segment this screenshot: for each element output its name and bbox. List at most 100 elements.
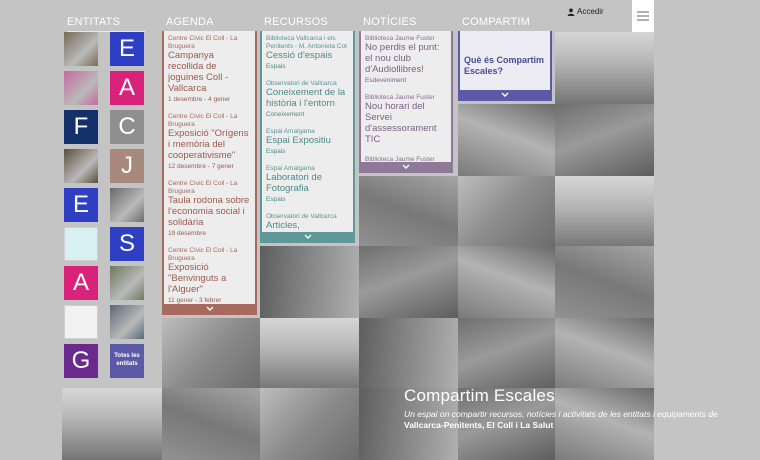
background-photo bbox=[62, 388, 162, 460]
nav-agenda[interactable]: AGENDA bbox=[166, 16, 255, 32]
item-source: Espai Amalgama bbox=[266, 165, 315, 173]
background-photo bbox=[458, 246, 555, 318]
chevron-down-icon bbox=[402, 164, 410, 169]
item-meta: 19 desembre bbox=[168, 229, 206, 237]
noticies-panel: Biblioteca Jaume Fuster No perdis el punt… bbox=[359, 31, 453, 173]
background-photo bbox=[555, 318, 654, 390]
item-meta: Espais bbox=[266, 148, 286, 156]
entity-tile[interactable]: E bbox=[110, 32, 144, 66]
noticies-list: Biblioteca Jaume Fuster No perdis el punt… bbox=[361, 31, 451, 171]
user-icon bbox=[567, 8, 575, 16]
entity-tile[interactable]: F bbox=[64, 110, 98, 144]
recursos-panel: Biblioteca Vallcarca i els Penitents - M… bbox=[260, 31, 355, 243]
background-photo bbox=[359, 318, 458, 390]
hero-subtitle-text: Un espai on compartir recursos, notícies… bbox=[404, 409, 718, 419]
agenda-list: Centre Cívic El Coll - La Bruguera Campan… bbox=[164, 31, 255, 315]
item-source: Centre Cívic El Coll - La Bruguera bbox=[168, 179, 238, 196]
background-photo bbox=[458, 104, 555, 176]
recursos-item[interactable]: Biblioteca Vallcarca i els Penitents - M… bbox=[266, 35, 349, 70]
item-meta: 11 gener - 3 febrer bbox=[168, 296, 222, 304]
background-photo bbox=[260, 318, 359, 390]
item-meta: 1 desembre - 4 gener bbox=[168, 95, 231, 103]
item-meta: Coneixement bbox=[266, 111, 305, 119]
recursos-item[interactable]: Espai Amalgama Laboratori de Fotografia Es… bbox=[266, 165, 349, 203]
item-title[interactable]: Exposició "Benvinguts a l'Alguer" bbox=[168, 262, 251, 296]
entity-logo-tile[interactable] bbox=[110, 266, 144, 300]
recursos-more-button[interactable] bbox=[262, 232, 353, 241]
hero-title: Compartim Escales bbox=[404, 386, 555, 405]
background-photo bbox=[359, 246, 458, 318]
entity-logo-tile[interactable] bbox=[64, 32, 98, 66]
entity-logo-tile[interactable] bbox=[64, 71, 98, 105]
hamburger-icon bbox=[637, 11, 649, 13]
entity-tile[interactable]: E bbox=[64, 188, 98, 222]
item-title[interactable]: Laboratori de Fotografia bbox=[266, 172, 349, 195]
background-photo bbox=[555, 32, 654, 104]
recursos-item[interactable]: Observatori de Vallcarca Coneixement de l… bbox=[266, 80, 349, 118]
background-photo bbox=[555, 246, 654, 318]
item-source: Centre Cívic El Coll - La Bruguera bbox=[168, 112, 238, 129]
nav-entitats[interactable]: ENTITATS bbox=[67, 16, 145, 32]
item-title[interactable]: No perdis el punt: el nou club d'Audioll… bbox=[365, 42, 447, 76]
login-link[interactable]: Accedir bbox=[567, 7, 604, 16]
agenda-item[interactable]: Centre Cívic El Coll - La Bruguera Exposi… bbox=[168, 113, 251, 170]
hero-block: Compartim Escales Un espai on compartir … bbox=[404, 386, 744, 432]
compartim-question-link[interactable]: Què és Compartim Escales? bbox=[460, 31, 550, 78]
background-photo bbox=[555, 104, 654, 176]
entity-tile[interactable]: S bbox=[110, 227, 144, 261]
background-photo bbox=[162, 388, 260, 460]
entity-logo-tile[interactable] bbox=[110, 188, 144, 222]
entity-tile[interactable]: A bbox=[64, 266, 98, 300]
entity-logo-tile[interactable] bbox=[64, 305, 98, 339]
chevron-down-icon bbox=[304, 234, 311, 239]
recursos-item[interactable]: Espai Amalgama Espai Expositiu Espais bbox=[266, 128, 349, 155]
entity-logo-tile[interactable] bbox=[110, 305, 144, 339]
item-title[interactable]: Exposició "Orígens i memòria del coopera… bbox=[168, 128, 251, 162]
entity-logo-tile[interactable] bbox=[64, 149, 98, 183]
item-source: Centre Cívic El Coll - La Bruguera bbox=[168, 246, 238, 263]
agenda-more-button[interactable] bbox=[164, 304, 255, 313]
hero-subtitle: Un espai on compartir recursos, notícies… bbox=[404, 409, 744, 432]
noticies-item[interactable]: Biblioteca Jaume Fuster No perdis el punt… bbox=[365, 35, 447, 84]
noticies-more-button[interactable] bbox=[361, 162, 451, 171]
hamburger-icon-line bbox=[637, 15, 649, 17]
entity-tile[interactable]: G bbox=[64, 344, 98, 378]
item-source: Observatori de Vallcarca bbox=[266, 213, 337, 221]
item-source: Espai Amalgama bbox=[266, 128, 315, 136]
agenda-item[interactable]: Centre Cívic El Coll - La Bruguera bbox=[168, 314, 251, 315]
all-entities-button[interactable]: Totes les entitats bbox=[110, 344, 144, 378]
item-title[interactable]: Nou horari del Servei d'assessorament TI… bbox=[365, 101, 447, 146]
item-meta: Espais bbox=[266, 63, 286, 71]
entity-tile[interactable]: A bbox=[110, 71, 144, 105]
item-title[interactable]: Campanya recollida de joguines Coll - Va… bbox=[168, 50, 251, 95]
item-source: Biblioteca Jaume Fuster bbox=[365, 93, 435, 101]
agenda-item[interactable]: Centre Cívic El Coll - La Bruguera Taula … bbox=[168, 180, 251, 237]
hamburger-icon-line bbox=[637, 19, 649, 21]
agenda-item[interactable]: Centre Cívic El Coll - La Bruguera Exposi… bbox=[168, 247, 251, 304]
item-meta: 12 desembre - 7 gener bbox=[168, 162, 234, 170]
item-source: Centre Cívic El Coll - La Bruguera bbox=[168, 35, 238, 51]
entity-tile[interactable]: J bbox=[110, 149, 144, 183]
background-photo bbox=[260, 388, 359, 460]
login-label: Accedir bbox=[577, 7, 604, 16]
item-title[interactable]: Espai Expositiu bbox=[266, 135, 349, 147]
chevron-down-icon bbox=[501, 92, 509, 97]
nav-recursos[interactable]: RECURSOS bbox=[264, 16, 353, 32]
chevron-down-icon bbox=[206, 306, 213, 311]
nav-compartim[interactable]: COMPARTIM bbox=[462, 16, 550, 32]
item-title[interactable]: Coneixement de la història i l'entorn bbox=[266, 87, 349, 110]
item-meta: Espais bbox=[266, 196, 286, 204]
menu-button[interactable] bbox=[632, 0, 654, 32]
compartim-panel: Què és Compartim Escales? bbox=[458, 31, 552, 101]
noticies-item[interactable]: Biblioteca Jaume Fuster Nou horari del Se… bbox=[365, 94, 447, 146]
item-source: Biblioteca Jaume Fuster bbox=[365, 35, 435, 42]
entity-tile[interactable]: C bbox=[110, 110, 144, 144]
agenda-item[interactable]: Centre Cívic El Coll - La Bruguera Campan… bbox=[168, 35, 251, 103]
entity-logo-tile[interactable] bbox=[64, 227, 98, 261]
background-photo bbox=[162, 318, 260, 390]
item-title[interactable]: Taula rodona sobre l'economia social i s… bbox=[168, 195, 251, 229]
compartim-more-button[interactable] bbox=[460, 90, 550, 99]
item-title[interactable]: Cessió d'espais bbox=[266, 50, 349, 62]
nav-noticies[interactable]: NOTÍCIES bbox=[363, 16, 451, 32]
item-meta: Esdeveniment bbox=[365, 76, 407, 84]
